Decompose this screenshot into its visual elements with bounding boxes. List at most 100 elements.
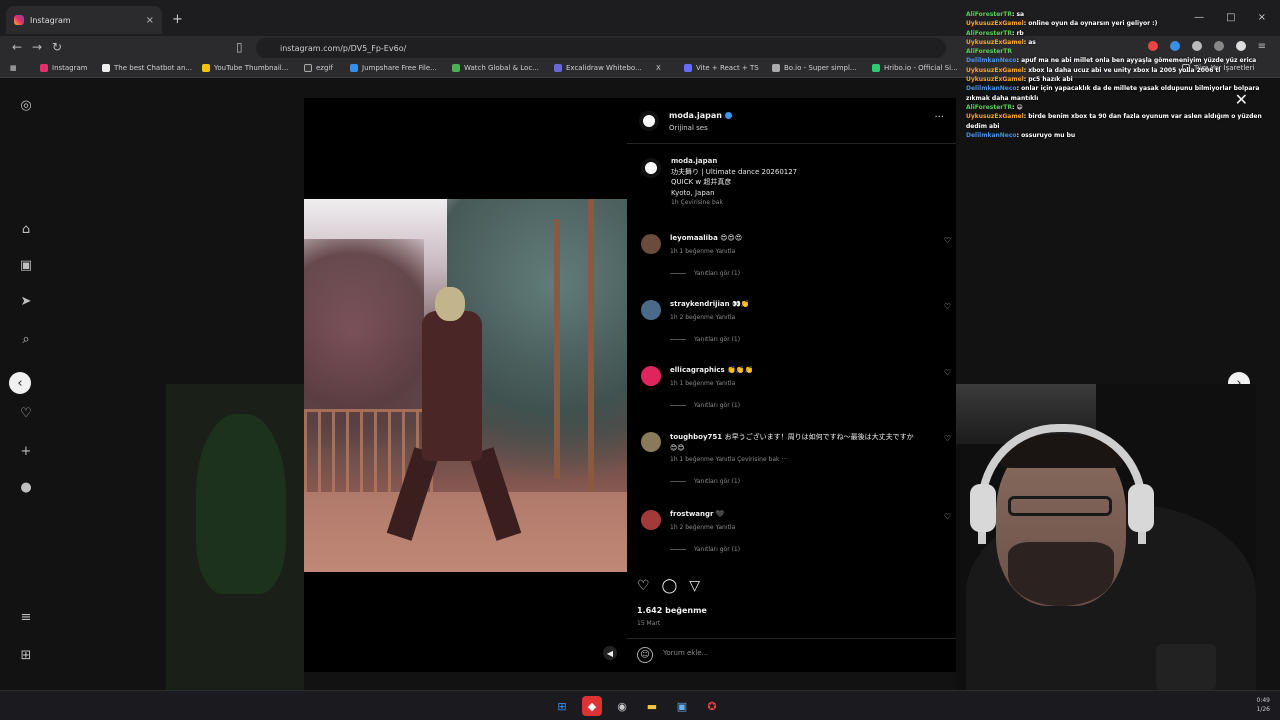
bookmark-favicon-icon	[452, 64, 460, 72]
stream-chat-overlay: AliForesterTR: sa UykusuzExGamel: online…	[966, 10, 1266, 140]
app-icon[interactable]: ▣	[672, 696, 692, 716]
taskbar-apps: ⊞ ◆ ◉ ▬ ▣ ✪	[552, 696, 722, 716]
bookmark-item[interactable]: Watch Global & Loc...	[452, 64, 539, 72]
system-clock[interactable]: 0:49 1/26	[1257, 696, 1270, 714]
create-icon[interactable]: +	[21, 444, 32, 459]
post-detail-panel: moda.japan Orijinal ses ··· moda.japan 功…	[627, 98, 956, 672]
forward-icon[interactable]: →	[32, 40, 42, 54]
meta-icon[interactable]: ⊞	[21, 648, 32, 663]
comment-like-icon[interactable]: ♡	[944, 236, 951, 245]
author-avatar[interactable]	[639, 111, 659, 131]
comment-avatar[interactable]	[641, 366, 661, 386]
chat-message: AliForesterTR: rb	[966, 29, 1024, 37]
comment-avatar[interactable]	[641, 300, 661, 320]
comment-meta[interactable]: 1h 1 beğenme Yanıtla Çevirisine bak ···	[670, 456, 787, 463]
video-frame	[304, 199, 627, 572]
microphone	[1156, 644, 1216, 690]
background-post-thumbnail	[166, 384, 304, 690]
tree-trunk	[588, 199, 594, 499]
post-video[interactable]: ◀	[304, 98, 627, 672]
new-tab-icon[interactable]: +	[172, 12, 183, 27]
like-count[interactable]: 1.642 beğenme	[637, 606, 707, 615]
comment-meta[interactable]: 1h 1 beğenme Yanıtla	[670, 248, 735, 255]
start-icon[interactable]: ⊞	[552, 696, 572, 716]
comment-meta[interactable]: 1h 2 beğenme Yanıtla	[670, 524, 735, 531]
home-icon[interactable]: ⌂	[22, 222, 30, 237]
comment-meta[interactable]: 1h 1 beğenme Yanıtla	[670, 380, 735, 387]
browser-tab[interactable]: Instagram ×	[6, 6, 162, 34]
apps-icon[interactable]: ▦	[10, 64, 17, 72]
chat-message: AliForesterTR: sa	[966, 11, 1025, 18]
bookmark-favicon-icon	[102, 64, 110, 72]
audio-label[interactable]: Orijinal ses	[669, 124, 708, 132]
dancer-mask	[435, 287, 465, 321]
steam-icon[interactable]: ◉	[612, 696, 632, 716]
bookmark-item[interactable]: Jumpshare Free File...	[350, 64, 437, 72]
bookmark-item[interactable]: X	[656, 64, 661, 72]
instagram-logo-icon[interactable]: ◎	[20, 98, 31, 113]
view-replies-button[interactable]: Yanıtları gör (1)	[670, 336, 740, 343]
caption-username[interactable]: moda.japan	[671, 156, 941, 167]
comment-input[interactable]	[663, 649, 863, 657]
comment-like-icon[interactable]: ♡	[944, 512, 951, 521]
view-replies-button[interactable]: Yanıtları gör (1)	[670, 546, 740, 553]
view-replies-button[interactable]: Yanıtları gör (1)	[670, 270, 740, 277]
bookmark-item[interactable]: Excalidraw Whitebo...	[554, 64, 642, 72]
comment-username[interactable]: leyomaaliba 😍😍😍	[670, 234, 742, 242]
comment-like-icon[interactable]: ♡	[944, 434, 951, 443]
tab-close-icon[interactable]: ×	[146, 15, 154, 26]
caption-meta[interactable]: 1h Çevirisine bak	[671, 198, 941, 207]
view-replies-button[interactable]: Yanıtları gör (1)	[670, 402, 740, 409]
bookmark-item[interactable]: YouTube Thumbnail...	[202, 64, 288, 72]
app-icon[interactable]: ✪	[702, 696, 722, 716]
comment-avatar[interactable]	[641, 510, 661, 530]
bookmark-page-icon[interactable]: ▯	[236, 40, 243, 54]
comment-avatar[interactable]	[641, 432, 661, 452]
file-explorer-icon[interactable]: ▬	[642, 696, 662, 716]
author-avatar[interactable]	[641, 158, 661, 178]
verified-icon	[724, 112, 732, 119]
messages-icon[interactable]: ➤	[21, 294, 32, 309]
bookmark-item[interactable]: Bo.io - Super simpl...	[772, 64, 857, 72]
bookmark-item[interactable]: ezgif	[304, 64, 333, 72]
comment-username[interactable]: toughboy751 お早うございます！周りは如何ですね～最後は大丈夫ですか😊…	[670, 432, 920, 453]
webcam-overlay	[956, 384, 1256, 690]
reload-icon[interactable]: ↻	[52, 40, 62, 54]
chat-message: UykusuzExGamel: online oyun da oynarsın …	[966, 20, 1158, 28]
comment-username[interactable]: frostwangr 🖤	[670, 510, 725, 518]
post-caption: moda.japan 功夫舞り | Ultimate dance 2026012…	[641, 156, 941, 207]
bookmark-favicon-icon	[684, 64, 692, 72]
comment-avatar[interactable]	[641, 234, 661, 254]
emoji-icon[interactable]: ☺	[637, 647, 653, 663]
comment-icon[interactable]: ◯	[662, 578, 678, 594]
comment-meta[interactable]: 1h 2 beğenme Yanıtla	[670, 314, 735, 321]
back-icon[interactable]: ←	[12, 40, 22, 54]
caption-line: QUICK w 超井真彦	[671, 178, 732, 186]
mute-icon[interactable]: ◀	[603, 646, 617, 660]
more-icon[interactable]: ···	[934, 112, 944, 123]
reels-icon[interactable]: ▣	[20, 258, 32, 273]
comment-username[interactable]: straykendrijian 👀👏	[670, 300, 749, 308]
bookmark-item[interactable]: Vite + React + TS	[684, 64, 759, 72]
tree-trunk	[554, 219, 560, 479]
bookmark-item[interactable]: The best Chatbot an...	[102, 64, 192, 72]
bookmark-favicon-icon	[554, 64, 562, 72]
view-replies-button[interactable]: Yanıtları gör (1)	[670, 478, 740, 485]
notifications-icon[interactable]: ♡	[20, 406, 32, 421]
bookmark-item[interactable]: Instagram	[40, 64, 88, 72]
heart-icon[interactable]: ♡	[637, 578, 650, 594]
bookmark-item[interactable]: Hribo.io - Official Si...	[872, 64, 958, 72]
profile-icon[interactable]: ●	[20, 480, 31, 495]
author-username[interactable]: moda.japan	[669, 111, 732, 120]
comment-username[interactable]: ellicagraphics 👏👏👏	[670, 366, 753, 374]
comment-like-icon[interactable]: ♡	[944, 368, 951, 377]
share-icon[interactable]: ▽	[689, 578, 700, 594]
url-field[interactable]: instagram.com/p/DV5_Fp-Ev6o/	[256, 38, 946, 58]
search-icon[interactable]: ⌕	[22, 332, 29, 347]
previous-post-icon[interactable]: ‹	[9, 372, 31, 394]
chat-message: UykusuzExGamel: as	[966, 38, 1036, 46]
comment-like-icon[interactable]: ♡	[944, 302, 951, 311]
browser-icon[interactable]: ◆	[582, 696, 602, 716]
bookmark-favicon-icon	[202, 64, 210, 72]
more-menu-icon[interactable]: ≡	[21, 610, 32, 625]
